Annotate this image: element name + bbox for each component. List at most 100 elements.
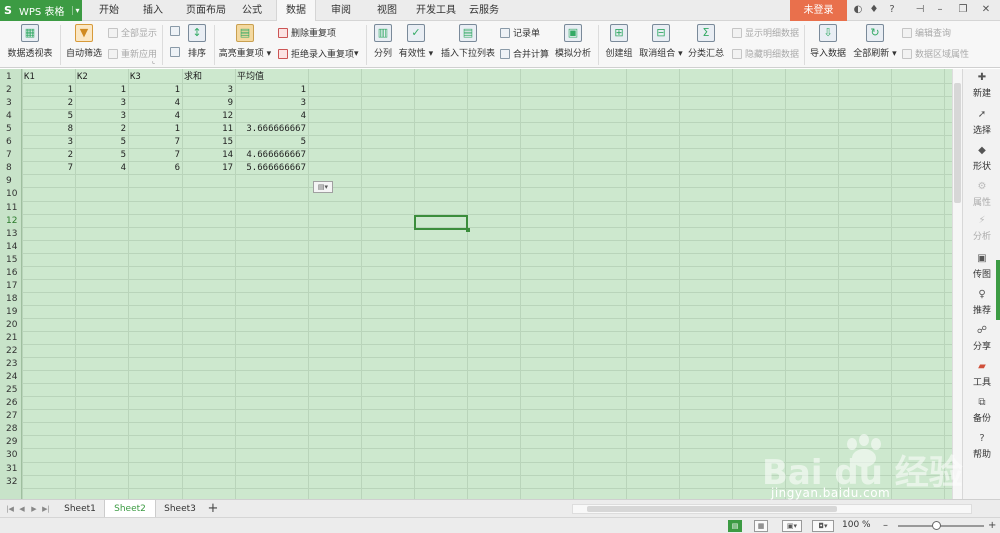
text-to-columns-button[interactable]: ▥ 分列 <box>370 24 396 59</box>
data-cell[interactable]: 3 <box>22 136 75 149</box>
row-number[interactable]: 4 <box>0 110 22 123</box>
sort-button[interactable]: ↕ 排序 <box>184 24 210 59</box>
import-data-button[interactable]: ⇩ 导入数据 <box>808 24 848 59</box>
tab-cloud[interactable]: 云服务 <box>464 0 504 21</box>
validity-button[interactable]: ✓ 有效性 ▾ <box>398 24 434 59</box>
tab-view[interactable]: 视图 <box>370 0 404 21</box>
subtotal-button[interactable]: Σ 分类汇总 <box>688 24 724 59</box>
zoom-in-icon[interactable]: + <box>988 520 996 531</box>
record-form-button[interactable]: 记录单 <box>500 26 540 39</box>
data-cell[interactable]: 9 <box>182 97 235 110</box>
sidebar-item-recommend[interactable]: ♀ 推荐 <box>963 289 1000 316</box>
tab-insert[interactable]: 插入 <box>136 0 170 21</box>
scroll-thumb[interactable] <box>954 83 961 203</box>
page-layout-view-icon[interactable]: ▣▾ <box>782 520 802 532</box>
row-number[interactable]: 14 <box>0 241 22 254</box>
group-button[interactable]: ⊞ 创建组 <box>604 24 634 59</box>
data-cell[interactable]: 15 <box>182 136 235 149</box>
chevron-down-icon[interactable]: ▾ <box>72 6 82 15</box>
row-number[interactable]: 6 <box>0 136 22 149</box>
row-number[interactable]: 29 <box>0 436 22 449</box>
row-number[interactable]: 25 <box>0 384 22 397</box>
tab-page-layout[interactable]: 页面布局 <box>180 0 232 21</box>
add-sheet-icon[interactable]: + <box>206 501 220 517</box>
row-number[interactable]: 22 <box>0 345 22 358</box>
data-cell[interactable]: 7 <box>22 162 75 175</box>
shirt-icon[interactable]: ♦ <box>868 4 880 16</box>
zoom-level[interactable]: 100 % <box>842 520 871 530</box>
eye-protection-icon[interactable]: ◘▾ <box>812 520 834 532</box>
restore-icon[interactable]: ❐ <box>957 4 969 16</box>
data-cell[interactable]: 2 <box>22 149 75 162</box>
data-cell[interactable]: 7 <box>128 136 182 149</box>
row-number[interactable]: 8 <box>0 162 22 175</box>
data-cell[interactable]: 1 <box>235 84 308 97</box>
data-cell[interactable]: 1 <box>75 84 128 97</box>
sidebar-item-select[interactable]: ➚ 选择 <box>963 109 1000 136</box>
header-cell[interactable]: 求和 <box>182 71 235 84</box>
row-number[interactable]: 1 <box>0 71 22 84</box>
row-number[interactable]: 9 <box>0 175 22 188</box>
help-icon[interactable]: ? <box>886 4 898 16</box>
data-cell[interactable]: 14 <box>182 149 235 162</box>
hide-detail-button[interactable]: 隐藏明细数据 <box>732 47 799 60</box>
minimize-icon[interactable]: – <box>934 4 946 16</box>
row-number[interactable]: 19 <box>0 306 22 319</box>
row-number[interactable]: 23 <box>0 358 22 371</box>
row-number[interactable]: 7 <box>0 149 22 162</box>
row-number[interactable]: 16 <box>0 267 22 280</box>
data-cell[interactable]: 7 <box>128 149 182 162</box>
data-cell[interactable]: 2 <box>75 123 128 136</box>
sheet-tab-2[interactable]: Sheet2 <box>104 500 156 518</box>
dialog-launcher-icon[interactable]: ⌞ <box>152 57 155 65</box>
pin-icon[interactable]: ⊣ <box>914 4 926 16</box>
row-number[interactable]: 28 <box>0 423 22 436</box>
pivot-table-button[interactable]: ▦ 数据透视表 <box>6 24 54 59</box>
tab-review[interactable]: 审阅 <box>324 0 358 21</box>
data-cell[interactable]: 1 <box>128 123 182 136</box>
show-detail-button[interactable]: 显示明细数据 <box>732 26 799 39</box>
autofilter-button[interactable]: ▼ 自动筛选 <box>64 24 104 59</box>
row-number[interactable]: 12 <box>0 215 22 228</box>
data-cell[interactable]: 1 <box>22 84 75 97</box>
remove-duplicates-button[interactable]: 删除重复项 <box>278 26 336 39</box>
data-cell[interactable]: 6 <box>128 162 182 175</box>
sidebar-collapse-handle[interactable] <box>996 260 1000 320</box>
header-cell[interactable]: 平均值 <box>235 71 308 84</box>
sidebar-item-tools[interactable]: ▰ 工具 <box>963 361 1000 388</box>
row-number[interactable]: 11 <box>0 202 22 215</box>
row-number[interactable]: 17 <box>0 280 22 293</box>
sheet-tab-3[interactable]: Sheet3 <box>156 500 204 518</box>
close-icon[interactable]: ✕ <box>980 4 992 16</box>
row-number[interactable]: 18 <box>0 293 22 306</box>
data-cell[interactable]: 3 <box>235 97 308 110</box>
data-cell[interactable]: 5 <box>75 149 128 162</box>
show-all-button[interactable]: 全部显示 <box>108 26 157 39</box>
page-break-view-icon[interactable]: ▦ <box>754 520 768 532</box>
sidebar-item-analysis[interactable]: ⚡ 分析 <box>963 215 1000 242</box>
sidebar-item-upload-image[interactable]: ▣ 传图 <box>963 253 1000 280</box>
zoom-slider[interactable] <box>898 521 984 530</box>
header-cell[interactable]: K3 <box>128 71 182 84</box>
sort-desc-button[interactable] <box>170 47 183 57</box>
data-cell[interactable]: 4 <box>235 110 308 123</box>
row-number[interactable]: 32 <box>0 476 22 489</box>
zoom-out-icon[interactable]: – <box>883 520 888 531</box>
skin-icon[interactable]: ◐ <box>852 4 864 16</box>
row-number[interactable]: 2 <box>0 84 22 97</box>
row-number[interactable]: 27 <box>0 410 22 423</box>
sidebar-item-new[interactable]: ✚ 新建 <box>963 72 1000 99</box>
sidebar-item-properties[interactable]: ⚙ 属性 <box>963 181 1000 208</box>
sheet-tab-1[interactable]: Sheet1 <box>56 500 104 518</box>
data-cell[interactable]: 3 <box>75 97 128 110</box>
what-if-analysis-button[interactable]: ▣ 模拟分析 <box>554 24 592 59</box>
next-sheet-icon[interactable]: ▶ <box>30 504 38 514</box>
row-number[interactable]: 5 <box>0 123 22 136</box>
row-number[interactable]: 3 <box>0 97 22 110</box>
data-cell[interactable]: 1 <box>128 84 182 97</box>
data-cell[interactable]: 4 <box>128 97 182 110</box>
refresh-all-button[interactable]: ↻ 全部刷新 ▾ <box>852 24 898 59</box>
data-cell[interactable]: 12 <box>182 110 235 123</box>
row-number[interactable]: 10 <box>0 188 22 201</box>
zoom-slider-knob[interactable] <box>932 521 941 530</box>
